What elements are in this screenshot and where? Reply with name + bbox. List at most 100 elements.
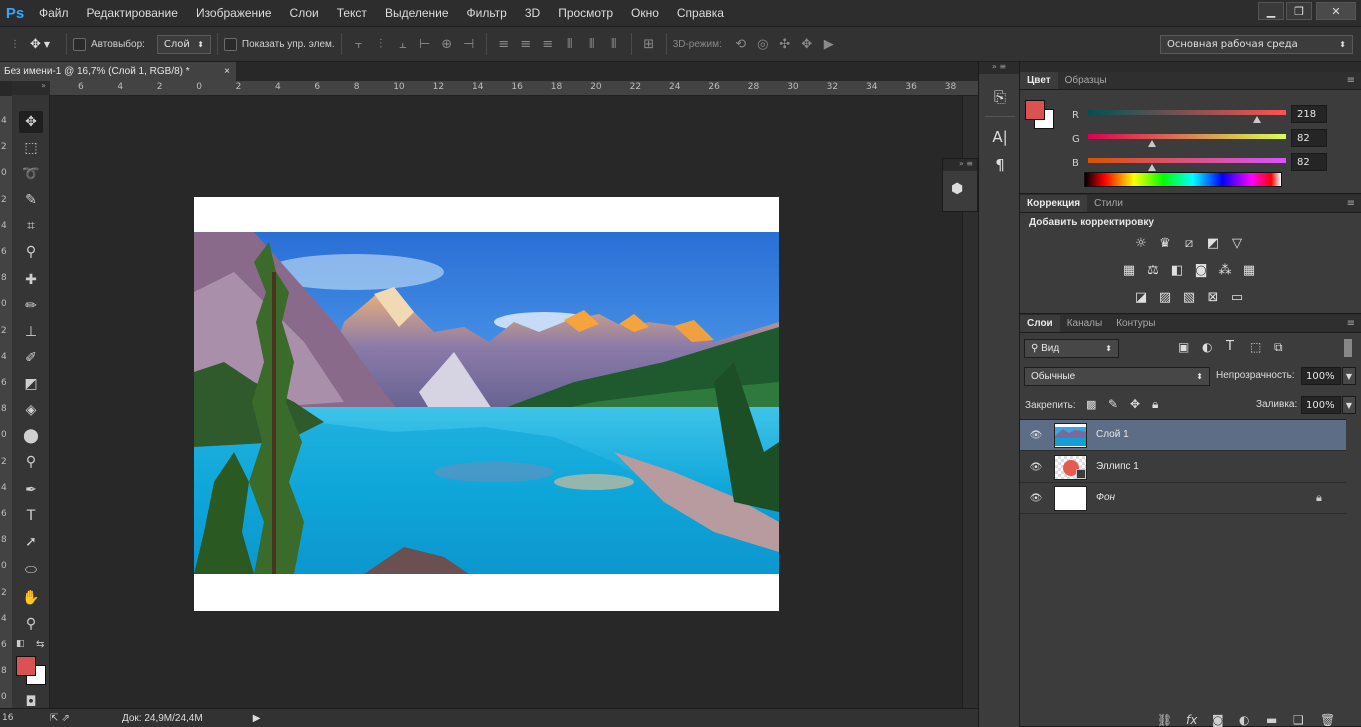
ellipse-tool-icon[interactable]: ⬭ xyxy=(19,559,43,581)
blend-mode-dropdown[interactable]: Обычные ⬍ xyxy=(1024,367,1210,386)
layer-filter-dropdown[interactable]: ⚲ Вид ⬍ xyxy=(1024,339,1119,358)
blur-tool-icon[interactable]: ⬤ xyxy=(19,425,43,447)
b-thumb[interactable] xyxy=(1147,164,1156,171)
opacity-input[interactable]: 100% xyxy=(1301,367,1341,385)
delete-layer-icon[interactable]: 🗑︎ xyxy=(1320,713,1335,727)
fill-arrow-icon[interactable]: ▼ xyxy=(1342,396,1356,414)
quick-selection-tool-icon[interactable]: ✎ xyxy=(19,189,43,211)
autoselect-dropdown[interactable]: Слой ⬍ xyxy=(156,34,211,54)
curves-icon[interactable]: ⧄ xyxy=(1180,235,1198,251)
lasso-tool-icon[interactable]: ➰ xyxy=(19,163,43,185)
lock-all-icon[interactable]: 🔒︎ xyxy=(1152,397,1158,412)
link-layers-icon[interactable]: ⛓ xyxy=(1157,713,1172,727)
opacity-arrow-icon[interactable]: ▼ xyxy=(1342,367,1356,385)
status-share-icon[interactable]: ⇱ ⇗ xyxy=(50,713,70,724)
menu-filter[interactable]: Фильтр xyxy=(458,0,516,26)
float-panel-collapse-icon[interactable]: » ≡ xyxy=(943,159,977,171)
swap-colors-icon[interactable]: ⇆ xyxy=(36,639,44,650)
tab-channels[interactable]: Каналы xyxy=(1060,315,1110,332)
filter-pixel-icon[interactable]: ▣ xyxy=(1178,340,1189,354)
align-vcenter-icon[interactable]: ⫶ xyxy=(373,36,389,52)
foreground-color-swatch[interactable] xyxy=(16,656,36,676)
new-adjustment-layer-icon[interactable]: ◐ xyxy=(1239,713,1249,727)
zoom-level[interactable]: 16 xyxy=(2,713,26,723)
layer-row-sloy1[interactable]: 👁︎ Слой 1 xyxy=(1020,420,1346,451)
menu-view[interactable]: Просмотр xyxy=(549,0,622,26)
3d-panel-icon[interactable]: ⬢ xyxy=(951,181,963,197)
levels-icon[interactable]: ♛ xyxy=(1156,235,1174,251)
brush-tool-icon[interactable]: ✏ xyxy=(19,295,43,317)
align-right-icon[interactable]: ⊣ xyxy=(461,36,477,52)
filter-toggle[interactable] xyxy=(1344,339,1352,357)
3d-slide-icon[interactable]: ✥ xyxy=(799,36,815,52)
layer-name[interactable]: Фон xyxy=(1096,492,1115,503)
new-layer-icon[interactable]: ❑ xyxy=(1293,713,1304,727)
crop-tool-icon[interactable]: ⌗ xyxy=(19,215,43,237)
menu-select[interactable]: Выделение xyxy=(376,0,458,26)
auto-align-icon[interactable]: ⊞ xyxy=(641,36,657,52)
toolbox-collapse-icon[interactable]: » xyxy=(12,81,50,95)
autoselect-checkbox[interactable] xyxy=(73,37,86,51)
distribute-hcenter-icon[interactable]: ⦀ xyxy=(584,36,600,52)
minimize-button[interactable]: ▁ xyxy=(1258,2,1284,20)
b-value[interactable]: 82 xyxy=(1291,153,1327,171)
lock-transparent-icon[interactable]: ▩ xyxy=(1086,398,1096,411)
brightness-contrast-icon[interactable]: ☼ xyxy=(1132,235,1150,251)
workspace-dropdown[interactable]: Основная рабочая среда ⬍ xyxy=(1160,35,1353,54)
close-tab-icon[interactable]: × xyxy=(224,66,230,77)
layer-row-fon[interactable]: 👁︎ Фон 🔒︎ xyxy=(1020,483,1346,514)
color-panel-menu-icon[interactable]: ≡ xyxy=(1347,75,1355,86)
paragraph-panel-icon[interactable]: ¶ xyxy=(988,154,1012,176)
color-balance-icon[interactable]: ⚖ xyxy=(1144,262,1162,278)
menu-window[interactable]: Окно xyxy=(622,0,668,26)
dock-collapse-icon[interactable]: » ≡ xyxy=(979,62,1019,74)
eye-icon[interactable]: 👁︎ xyxy=(1029,461,1043,473)
hand-tool-icon[interactable]: ✋ xyxy=(19,587,43,609)
show-controls-checkbox[interactable] xyxy=(223,37,237,51)
filter-shape-icon[interactable]: ⬚ xyxy=(1250,340,1261,354)
b-track[interactable] xyxy=(1088,158,1286,163)
align-left-icon[interactable]: ⊢ xyxy=(417,36,433,52)
tab-layers[interactable]: Слои xyxy=(1020,315,1060,332)
move-tool-preset-icon[interactable]: ✥ ▼ xyxy=(30,37,60,52)
menu-help[interactable]: Справка xyxy=(668,0,733,26)
3d-scale-icon[interactable]: ▶ xyxy=(821,36,837,52)
fill-input[interactable]: 100% xyxy=(1301,396,1341,414)
history-panel-icon[interactable]: ⎘ xyxy=(988,86,1012,108)
layer-row-ellipse1[interactable]: 👁︎ Эллипс 1 xyxy=(1020,452,1346,483)
layer-name[interactable]: Эллипс 1 xyxy=(1096,461,1139,472)
lock-position-icon[interactable]: ✥ xyxy=(1130,397,1140,411)
g-track[interactable] xyxy=(1088,134,1286,139)
menu-3d[interactable]: 3D xyxy=(516,0,549,26)
dodge-tool-icon[interactable]: ⚲ xyxy=(19,451,43,473)
black-white-icon[interactable]: ◧ xyxy=(1168,262,1186,278)
healing-brush-tool-icon[interactable]: ✚ xyxy=(19,269,43,291)
photo-filter-icon[interactable]: ◙ xyxy=(1192,262,1210,278)
eyedropper-tool-icon[interactable]: ⚲ xyxy=(19,241,43,263)
align-bottom-icon[interactable]: ⫠ xyxy=(395,36,411,52)
distribute-left-icon[interactable]: ⦀ xyxy=(562,36,578,52)
color-panel-foreground-swatch[interactable] xyxy=(1025,100,1045,120)
r-slider[interactable]: R 218 xyxy=(1068,105,1358,130)
distribute-vcenter-icon[interactable]: ≡ xyxy=(518,36,534,52)
r-thumb[interactable] xyxy=(1253,116,1262,123)
filter-smart-object-icon[interactable]: ⧉ xyxy=(1274,340,1283,355)
eye-icon[interactable]: 👁︎ xyxy=(1029,429,1043,441)
menu-file[interactable]: Файл xyxy=(30,0,78,26)
tab-swatches[interactable]: Образцы xyxy=(1058,72,1114,89)
layers-panel-menu-icon[interactable]: ≡ xyxy=(1347,318,1355,329)
filter-adjustment-icon[interactable]: ◐ xyxy=(1202,340,1212,354)
posterize-icon[interactable]: ▨ xyxy=(1156,289,1174,305)
g-slider[interactable]: G 82 xyxy=(1068,129,1358,154)
restore-button[interactable]: ❐ xyxy=(1286,2,1312,20)
zoom-tool-icon[interactable]: ⚲ xyxy=(19,613,43,635)
marquee-tool-icon[interactable]: ⬚ xyxy=(19,137,43,159)
character-panel-icon[interactable]: A| xyxy=(988,126,1012,148)
eye-icon[interactable]: 👁︎ xyxy=(1029,492,1043,504)
exposure-icon[interactable]: ◩ xyxy=(1204,235,1222,251)
channel-mixer-icon[interactable]: ⁂ xyxy=(1216,262,1234,278)
tab-color[interactable]: Цвет xyxy=(1020,72,1058,89)
new-group-icon[interactable]: ▬ xyxy=(1266,713,1277,727)
layer-name[interactable]: Слой 1 xyxy=(1096,429,1129,440)
selective-color-icon[interactable]: ⊠ xyxy=(1204,289,1222,305)
